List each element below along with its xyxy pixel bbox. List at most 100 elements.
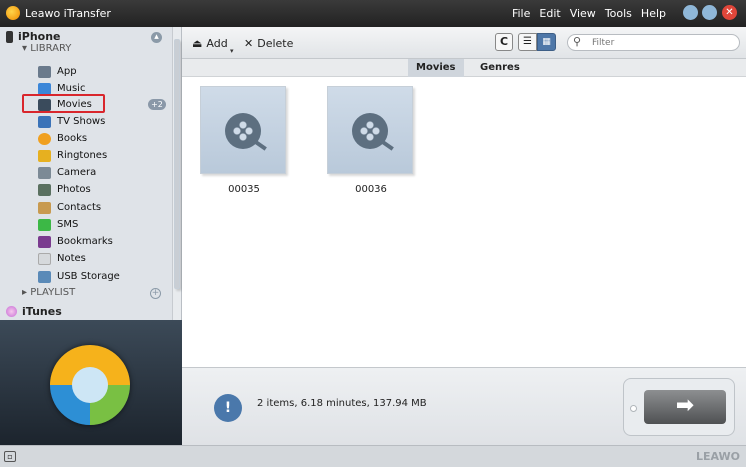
scrollbar-thumb[interactable] <box>174 39 180 289</box>
search-icon: ⚲ <box>573 35 582 48</box>
status-bar: ! 2 items, 6.18 minutes, 137.94 MB ➡ <box>182 367 746 445</box>
itunes-icon <box>6 306 17 317</box>
movie-label: 00035 <box>228 184 260 195</box>
itunes-label: iTunes <box>22 305 62 318</box>
sidebar-item-photos[interactable]: Photos <box>38 182 91 197</box>
search-box[interactable]: ⚲ <box>567 34 740 51</box>
app-title: Leawo iTransfer <box>25 7 111 20</box>
music-icon <box>38 82 51 95</box>
iphone-icon <box>6 30 13 43</box>
delete-icon: ✕ <box>244 37 254 50</box>
bottom-bar: ▫ LEAWO <box>0 445 746 467</box>
add-button[interactable]: ⏏ Add <box>192 37 228 50</box>
library-label: LIBRARY <box>30 43 72 54</box>
search-input[interactable] <box>592 36 732 49</box>
sidebar-item-label: USB Storage <box>57 271 120 282</box>
transfer-button[interactable]: ➡ <box>644 390 726 424</box>
sidebar-item-sms[interactable]: SMS <box>38 217 78 232</box>
tab-genres[interactable]: Genres <box>472 59 528 77</box>
sms-icon <box>38 218 51 231</box>
books-icon <box>38 132 51 145</box>
movie-grid: 00035 00036 <box>182 77 746 367</box>
minimize-button[interactable] <box>683 5 698 20</box>
sidebar-item-app[interactable]: App <box>38 64 77 79</box>
film-reel-icon <box>352 113 388 149</box>
title-bar: Leawo iTransfer File Edit View Tools Hel… <box>0 0 746 27</box>
delete-label: Delete <box>257 37 294 50</box>
sidebar-item-label: Ringtones <box>57 150 108 161</box>
menu-file[interactable]: File <box>512 7 530 20</box>
toggle-panel-icon[interactable]: ▫ <box>4 451 16 462</box>
category-tabs: Movies Genres <box>182 59 746 77</box>
camera-icon <box>38 166 51 179</box>
logo-panel <box>0 320 182 445</box>
maximize-button[interactable] <box>702 5 717 20</box>
transfer-panel: ➡ <box>623 378 735 436</box>
transfer-indicator <box>630 405 637 412</box>
grid-view-button[interactable]: ▦ <box>537 33 556 51</box>
film-reel-icon <box>225 113 261 149</box>
movies-highlight <box>22 94 105 113</box>
device-row[interactable]: iPhone <box>6 30 61 43</box>
sidebar-item-label: Photos <box>57 184 91 195</box>
photos-icon <box>38 183 51 196</box>
menu-help[interactable]: Help <box>641 7 666 20</box>
sidebar-item-tv-shows[interactable]: TV Shows <box>38 114 105 129</box>
sidebar-item-label: Contacts <box>57 202 102 213</box>
ringtones-icon <box>38 149 51 162</box>
menu-bar: File Edit View Tools Help <box>512 7 666 20</box>
sidebar-scrollbar[interactable] <box>172 27 181 320</box>
sidebar-item-label: Notes <box>57 253 86 264</box>
usb-storage-icon <box>38 270 51 283</box>
movie-label: 00036 <box>355 184 387 195</box>
add-icon: ⏏ <box>192 37 203 50</box>
list-view-button[interactable]: ☰ <box>518 33 537 51</box>
menu-view[interactable]: View <box>570 7 596 20</box>
delete-button[interactable]: ✕ Delete <box>244 37 293 50</box>
sidebar: iPhone ▴ ▾ LIBRARY App Music Movies +2 T… <box>0 27 182 320</box>
sidebar-item-notes[interactable]: Notes <box>38 251 86 266</box>
refresh-button[interactable]: C <box>495 33 513 51</box>
itunes-row[interactable]: iTunes <box>6 305 62 318</box>
sidebar-item-bookmarks[interactable]: Bookmarks <box>38 234 113 249</box>
library-section[interactable]: ▾ LIBRARY <box>22 43 71 54</box>
movie-thumbnail[interactable] <box>200 86 286 174</box>
leawo-logo-icon <box>6 6 20 20</box>
movie-card[interactable]: 00036 <box>327 86 415 195</box>
device-label: iPhone <box>18 30 61 43</box>
itransfer-logo-icon <box>50 345 130 425</box>
sidebar-item-books[interactable]: Books <box>38 131 87 146</box>
contacts-icon <box>38 201 51 214</box>
brand-logo: LEAWO <box>695 450 740 463</box>
sidebar-item-usb-storage[interactable]: USB Storage <box>38 269 120 284</box>
playlist-label: PLAYLIST <box>30 287 76 298</box>
info-icon: ! <box>214 394 242 422</box>
sidebar-item-label: App <box>57 66 77 77</box>
toolbar: ⏏ Add ▾ ✕ Delete C ☰ ▦ ⚲ <box>182 27 746 59</box>
app-icon <box>38 65 51 78</box>
notes-icon <box>38 252 51 265</box>
playlist-section[interactable]: ▸ PLAYLIST <box>22 287 75 298</box>
status-text: 2 items, 6.18 minutes, 137.94 MB <box>257 398 427 409</box>
device-options-icon[interactable]: ▴ <box>151 32 162 43</box>
menu-tools[interactable]: Tools <box>605 7 632 20</box>
sidebar-item-label: Music <box>57 83 86 94</box>
sidebar-item-label: Camera <box>57 167 97 178</box>
add-playlist-icon[interactable]: + <box>150 288 161 299</box>
close-button[interactable]: ✕ <box>722 5 737 20</box>
sidebar-item-camera[interactable]: Camera <box>38 165 96 180</box>
movie-card[interactable]: 00035 <box>200 86 288 195</box>
sidebar-item-contacts[interactable]: Contacts <box>38 200 101 215</box>
tab-movies[interactable]: Movies <box>408 59 464 77</box>
movie-thumbnail[interactable] <box>327 86 413 174</box>
add-dropdown-icon[interactable]: ▾ <box>230 47 234 55</box>
sidebar-item-label: TV Shows <box>57 116 106 127</box>
add-label: Add <box>206 37 228 50</box>
sidebar-item-label: SMS <box>57 219 79 230</box>
bookmarks-icon <box>38 235 51 248</box>
sidebar-item-ringtones[interactable]: Ringtones <box>38 148 107 163</box>
sidebar-item-label: Bookmarks <box>57 236 113 247</box>
movies-count-badge: +2 <box>148 99 166 110</box>
menu-edit[interactable]: Edit <box>539 7 560 20</box>
tv-shows-icon <box>38 115 51 128</box>
